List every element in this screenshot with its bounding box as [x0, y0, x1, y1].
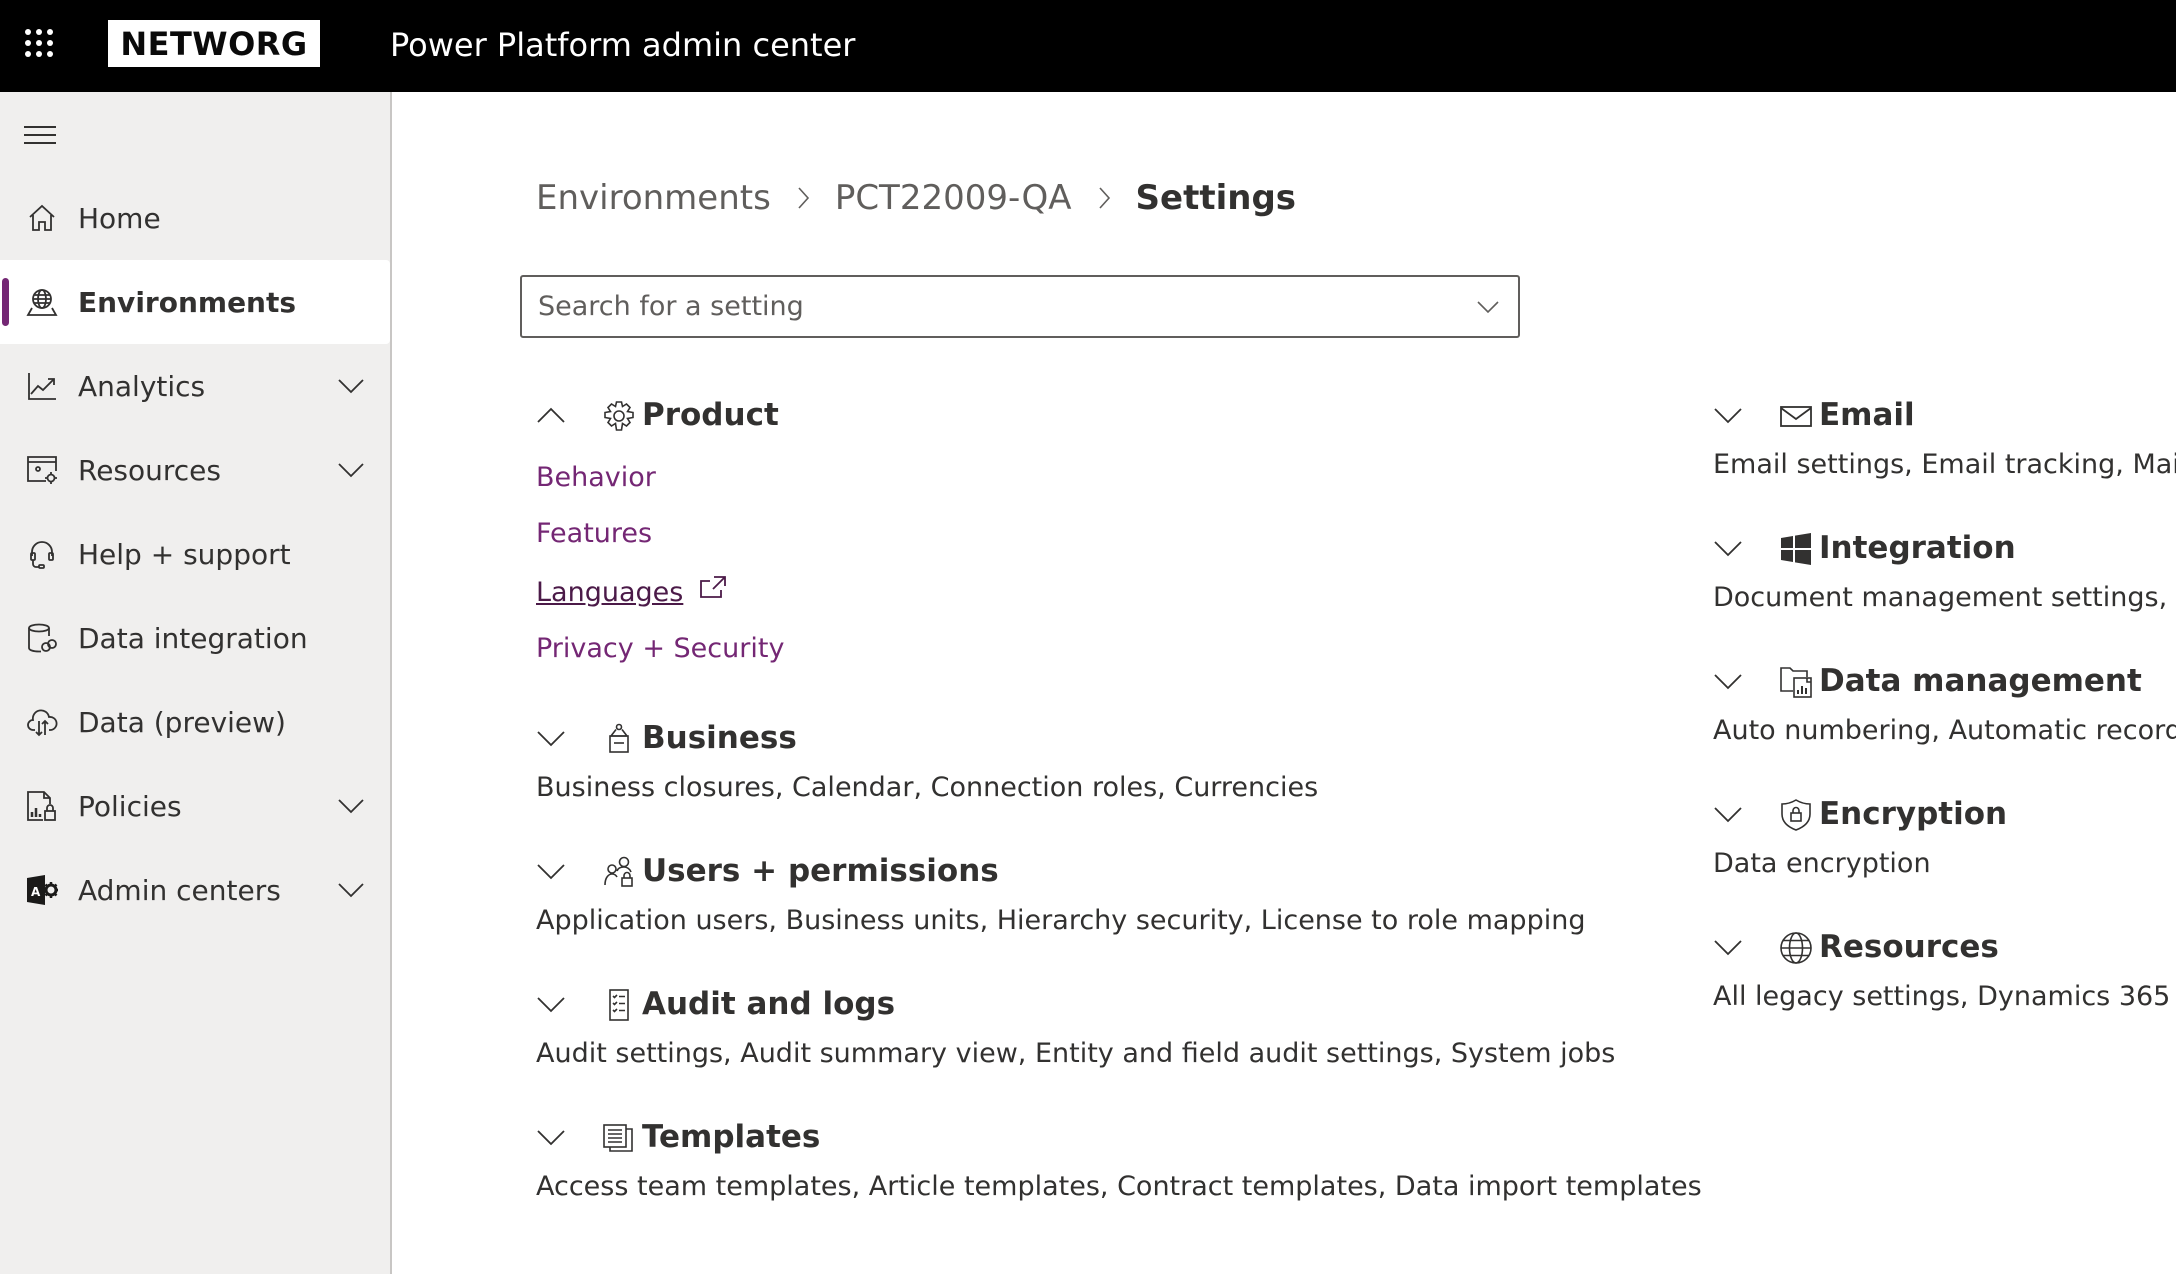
breadcrumb-environment-name[interactable]: PCT22009-QA — [835, 178, 1072, 218]
logo-text: NETWORG — [120, 24, 308, 63]
chevron-right-icon — [1098, 187, 1110, 209]
resources-window-gear-icon — [26, 454, 58, 486]
sidebar-item-label: Help + support — [78, 537, 291, 571]
link-label: Behavior — [536, 462, 656, 493]
chevron-down-icon[interactable] — [336, 455, 366, 485]
admin-centers-icon: A — [26, 874, 58, 906]
sidebar-item-label: Environments — [78, 285, 297, 319]
sidebar-item-label: Data integration — [78, 621, 308, 655]
section-description-users-permissions[interactable]: Application users, Business units, Hiera… — [536, 905, 1585, 936]
sidebar-item-label: Home — [78, 201, 161, 235]
svg-text:A: A — [31, 885, 41, 899]
breadcrumb-current-page: Settings — [1135, 178, 1297, 218]
users-lock-icon — [604, 856, 633, 887]
link-privacy-security[interactable]: Privacy + Security — [536, 633, 784, 664]
globe-environment-icon — [26, 286, 58, 318]
globe-icon — [1780, 932, 1812, 964]
section-description-resources[interactable]: All legacy settings, Dynamics 365 App — [1713, 981, 2176, 1012]
section-title: Templates — [642, 1119, 821, 1155]
chevron-down-icon[interactable] — [1476, 295, 1500, 319]
chevron-down-icon[interactable] — [1713, 534, 1743, 562]
chevron-down-icon[interactable] — [1713, 401, 1743, 429]
company-logo[interactable]: NETWORG — [108, 20, 320, 67]
link-label: Privacy + Security — [536, 633, 785, 664]
chevron-down-icon[interactable] — [536, 1123, 566, 1151]
sidebar-item-analytics[interactable]: Analytics — [0, 344, 390, 428]
breadcrumb-environments[interactable]: Environments — [536, 178, 771, 218]
business-icon — [609, 723, 629, 753]
sidebar-item-home[interactable]: Home — [0, 176, 390, 260]
chevron-down-icon[interactable] — [536, 857, 566, 885]
link-features[interactable]: Features — [536, 518, 652, 549]
external-link-icon — [700, 575, 727, 598]
sidebar-nav: Home Environments Analytics Resources He… — [0, 92, 392, 1274]
templates-icon — [603, 1124, 633, 1152]
gear-icon — [604, 401, 634, 431]
mail-icon — [1780, 406, 1812, 427]
section-title: Resources — [1819, 929, 1999, 965]
sidebar-item-admin-centers[interactable]: A Admin centers — [0, 848, 390, 932]
active-indicator — [2, 278, 9, 326]
section-title: Product — [642, 397, 779, 433]
waffle-icon[interactable] — [22, 26, 56, 60]
database-link-icon — [26, 622, 58, 654]
headset-icon — [26, 538, 58, 570]
section-description-email[interactable]: Email settings, Email tracking, Mailbox — [1713, 449, 2176, 480]
sidebar-item-label: Data (preview) — [78, 705, 286, 739]
section-title: Email — [1819, 397, 1915, 433]
cloud-sync-icon — [26, 706, 58, 738]
section-title: Users + permissions — [642, 853, 999, 889]
sidebar-item-data-integration[interactable]: Data integration — [0, 596, 390, 680]
section-description-encryption[interactable]: Data encryption — [1713, 848, 1931, 879]
chevron-right-icon — [798, 187, 809, 209]
sidebar-item-help-support[interactable]: Help + support — [0, 512, 390, 596]
nav-list: Home Environments Analytics Resources He… — [0, 176, 390, 932]
sidebar-item-environments[interactable]: Environments — [0, 260, 390, 344]
sidebar-item-label: Analytics — [78, 369, 206, 403]
sidebar-item-policies[interactable]: Policies — [0, 764, 390, 848]
sidebar-item-label: Admin centers — [78, 873, 281, 907]
chevron-down-icon[interactable] — [1713, 933, 1743, 961]
section-title: Encryption — [1819, 796, 2008, 832]
chevron-down-icon[interactable] — [536, 990, 566, 1018]
section-description-data-management[interactable]: Auto numbering, Automatic record cre — [1713, 715, 2176, 746]
chevron-down-icon[interactable] — [336, 371, 366, 401]
search-input[interactable] — [538, 291, 1438, 322]
windows-logo-icon — [1781, 533, 1811, 565]
chevron-up-icon[interactable] — [536, 401, 566, 429]
sidebar-item-data-preview[interactable]: Data (preview) — [0, 680, 390, 764]
section-description-business[interactable]: Business closures, Calendar, Connection … — [536, 772, 1318, 803]
link-behavior[interactable]: Behavior — [536, 462, 656, 493]
section-description-integration[interactable]: Document management settings, Sync — [1713, 582, 2176, 613]
sidebar-item-label: Resources — [78, 453, 221, 487]
app-title[interactable]: Power Platform admin center — [390, 22, 855, 68]
chevron-down-icon[interactable] — [1713, 800, 1743, 828]
chevron-down-icon[interactable] — [536, 724, 566, 752]
hamburger-icon[interactable] — [24, 126, 56, 148]
section-description-templates[interactable]: Access team templates, Article templates… — [536, 1171, 1702, 1202]
section-title: Audit and logs — [642, 986, 896, 1022]
sidebar-item-label: Policies — [78, 789, 182, 823]
analytics-chart-icon — [26, 370, 58, 402]
shield-lock-icon — [1781, 799, 1811, 831]
section-description-audit-logs[interactable]: Audit settings, Audit summary view, Enti… — [536, 1038, 1615, 1069]
settings-search-combobox[interactable] — [520, 275, 1520, 338]
link-languages[interactable]: Languages — [536, 575, 727, 608]
chevron-down-icon[interactable] — [1713, 667, 1743, 695]
chevron-down-icon[interactable] — [336, 875, 366, 905]
checklist-icon — [609, 989, 629, 1021]
link-label: Languages — [536, 577, 684, 608]
chevron-down-icon[interactable] — [336, 791, 366, 821]
breadcrumb: Environments PCT22009-QA Settings — [536, 178, 1296, 218]
main-content: Environments PCT22009-QA Settings Produc… — [392, 92, 2176, 1274]
section-title: Business — [642, 720, 797, 756]
folder-report-icon — [1780, 667, 1812, 698]
sidebar-item-resources[interactable]: Resources — [0, 428, 390, 512]
top-header-bar: NETWORG Power Platform admin center — [0, 0, 2176, 92]
link-label: Features — [536, 518, 653, 549]
policy-document-lock-icon — [26, 790, 58, 822]
home-icon — [26, 202, 58, 234]
section-title: Integration — [1819, 530, 2016, 566]
section-title: Data management — [1819, 663, 2142, 699]
